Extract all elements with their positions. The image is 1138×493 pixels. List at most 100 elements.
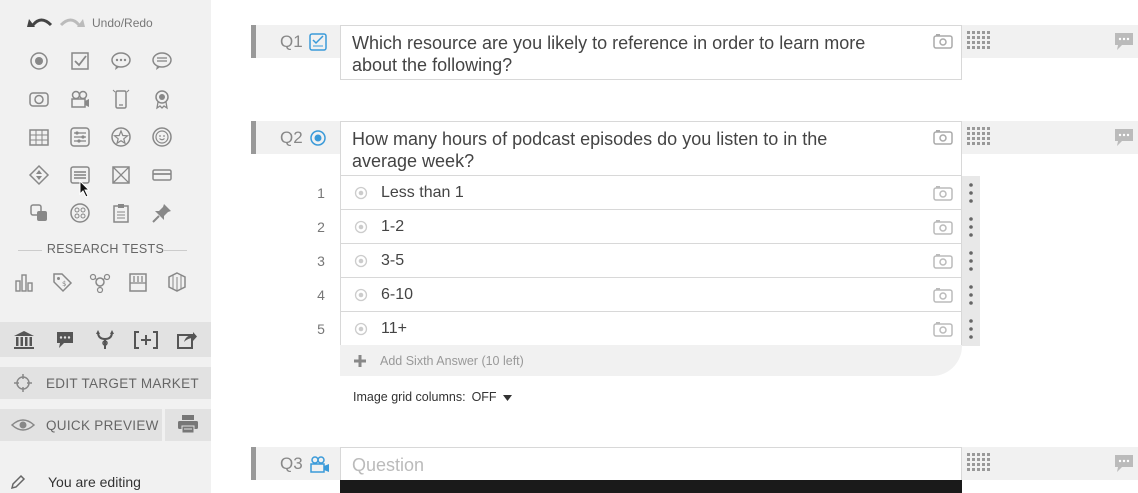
answer-label: 6-10 xyxy=(381,285,414,303)
concept-test-icon[interactable] xyxy=(87,269,113,295)
camera-icon[interactable] xyxy=(933,33,953,49)
video-icon[interactable] xyxy=(67,86,93,112)
answer-row[interactable]: 11+ xyxy=(340,312,962,346)
q3-placeholder: Question xyxy=(352,455,425,475)
answer-label: Less than 1 xyxy=(381,183,464,201)
question-text-q3[interactable]: Question xyxy=(340,447,962,481)
radio-icon xyxy=(341,288,381,302)
editing-text: You are editing xyxy=(48,474,141,490)
radio-icon xyxy=(341,322,381,336)
star-rating-icon[interactable] xyxy=(108,124,134,150)
answer-row[interactable]: 6-10 xyxy=(340,278,962,312)
drag-handle-icon[interactable] xyxy=(962,176,980,210)
comment-bubble-icon[interactable] xyxy=(1114,127,1134,152)
undo-icon[interactable] xyxy=(26,12,56,34)
drag-handle-icon[interactable] xyxy=(962,312,980,346)
add-answer-label: Add Sixth Answer (10 left) xyxy=(380,353,524,368)
slider-icon[interactable] xyxy=(67,124,93,150)
answer-row[interactable]: 3-5 xyxy=(340,244,962,278)
answer-number: 3 xyxy=(317,253,325,269)
quick-preview-button[interactable]: QUICK PREVIEW xyxy=(0,409,162,441)
ranking-icon[interactable] xyxy=(26,162,52,188)
bank-icon[interactable] xyxy=(9,325,39,355)
question-type-video-icon[interactable] xyxy=(309,455,331,473)
photo-icon[interactable] xyxy=(26,86,52,112)
question-options-strip-q2 xyxy=(962,121,1138,154)
eye-icon xyxy=(0,417,46,433)
q2-number: Q2 xyxy=(280,127,303,147)
research-tests-label: RESEARCH TESTS xyxy=(0,242,211,256)
comment-bubble-icon[interactable] xyxy=(1114,453,1134,478)
image-grid-select[interactable]: OFF xyxy=(472,390,512,404)
drag-grid-icon[interactable] xyxy=(966,452,994,479)
question-number-q3: Q3 xyxy=(251,447,340,480)
maxdiff-icon[interactable] xyxy=(108,162,134,188)
printer-icon xyxy=(177,414,199,437)
camera-icon[interactable] xyxy=(933,321,953,337)
comment-bubble-icon[interactable] xyxy=(1114,31,1134,56)
plus-icon xyxy=(340,354,380,367)
edit-target-market-button[interactable]: EDIT TARGET MARKET xyxy=(0,367,211,399)
branching-logic-icon[interactable] xyxy=(90,325,120,355)
question-number-q2: Q2 xyxy=(251,121,340,154)
drag-handle-icon[interactable] xyxy=(962,244,980,278)
q3-number: Q3 xyxy=(280,453,303,473)
award-icon[interactable] xyxy=(149,86,175,112)
question-text-q2[interactable]: How many hours of podcast episodes do yo… xyxy=(340,121,962,176)
insert-code-icon[interactable] xyxy=(131,325,161,355)
shelf-test-icon[interactable] xyxy=(125,269,151,295)
question-text-q1[interactable]: Which resource are you likely to referen… xyxy=(340,25,962,80)
camera-icon[interactable] xyxy=(933,219,953,235)
smiley-rating-icon[interactable] xyxy=(149,124,175,150)
checkbox-icon[interactable] xyxy=(67,48,93,74)
radio-icon xyxy=(341,186,381,200)
video-preview xyxy=(340,480,962,493)
radio-icon xyxy=(341,220,381,234)
answer-label: 1-2 xyxy=(381,217,405,235)
image-grid-value: OFF xyxy=(471,390,497,404)
answer-row[interactable]: Less than 1 xyxy=(340,176,962,210)
print-button[interactable] xyxy=(165,409,211,441)
answer-row[interactable]: 1-2 xyxy=(340,210,962,244)
open-ended-icon[interactable] xyxy=(108,48,134,74)
caret-down-icon xyxy=(502,390,512,404)
add-answer-button[interactable]: Add Sixth Answer (10 left) xyxy=(340,345,962,376)
target-icon xyxy=(0,373,46,393)
question-type-checkbox-icon[interactable] xyxy=(308,32,327,51)
camera-icon[interactable] xyxy=(933,253,953,269)
heatmap-icon[interactable] xyxy=(67,200,93,226)
sidebar-toolbar xyxy=(0,322,211,357)
bar-chart-test-icon[interactable] xyxy=(11,269,37,295)
sidebar: Undo/Redo RESEARCH TESTS $ EDIT TARGET M… xyxy=(0,0,211,493)
undo-redo-label: Undo/Redo xyxy=(92,16,153,30)
single-choice-icon[interactable] xyxy=(26,48,52,74)
pin-icon[interactable] xyxy=(149,200,175,226)
answer-label: 3-5 xyxy=(381,251,405,269)
question-type-single-choice-icon[interactable] xyxy=(309,129,327,147)
camera-icon[interactable] xyxy=(933,129,953,145)
drag-handle-icon[interactable] xyxy=(962,278,980,312)
matrix-grid-icon[interactable] xyxy=(26,124,52,150)
package-test-icon[interactable] xyxy=(164,269,190,295)
drag-handle-icon[interactable] xyxy=(962,210,980,244)
question-number-q1: Q1 xyxy=(251,25,340,58)
camera-icon[interactable] xyxy=(933,287,953,303)
clipboard-icon[interactable] xyxy=(108,200,134,226)
pencil-icon xyxy=(10,474,26,493)
essay-icon[interactable] xyxy=(149,48,175,74)
redo-icon[interactable] xyxy=(56,12,86,34)
radio-icon xyxy=(341,254,381,268)
svg-text:$: $ xyxy=(62,280,66,288)
camera-icon[interactable] xyxy=(933,185,953,201)
drag-grid-icon[interactable] xyxy=(966,126,994,153)
comment-icon[interactable] xyxy=(50,325,80,355)
share-icon[interactable] xyxy=(172,325,202,355)
answer-number: 2 xyxy=(317,219,325,235)
quick-preview-label: QUICK PREVIEW xyxy=(46,417,159,433)
card-sort-icon[interactable] xyxy=(149,162,175,188)
image-choice-icon[interactable] xyxy=(26,200,52,226)
mobile-icon[interactable] xyxy=(108,86,134,112)
tag-test-icon[interactable]: $ xyxy=(49,269,75,295)
undo-redo-row: Undo/Redo xyxy=(26,12,153,34)
drag-grid-icon[interactable] xyxy=(966,30,994,57)
